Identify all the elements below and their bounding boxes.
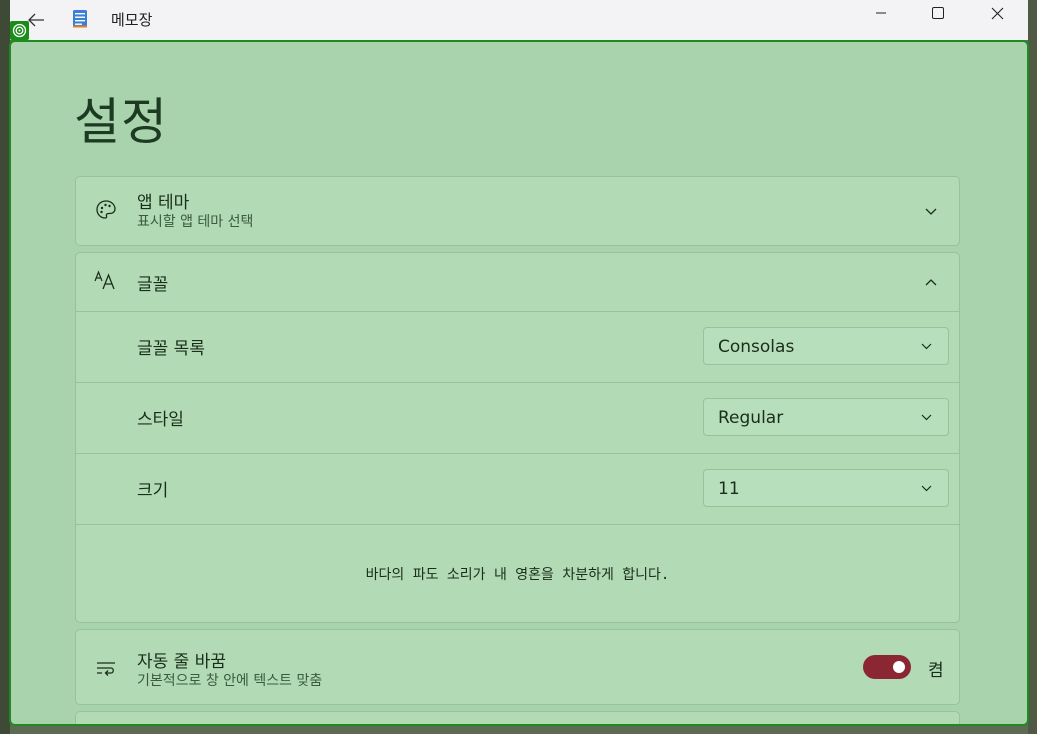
- arrow-left-icon: [28, 13, 44, 27]
- close-icon: [991, 7, 1003, 19]
- palette-icon: [94, 198, 118, 222]
- font-card: 글꼴 글꼴 목록 Consolas 스타일 Regular 크기 11 바다의 …: [75, 252, 960, 623]
- minimize-button[interactable]: [852, 0, 910, 26]
- font-family-value: Consolas: [718, 337, 795, 357]
- font-size-value: 11: [718, 479, 740, 499]
- font-size-dropdown[interactable]: 11: [703, 469, 949, 507]
- word-wrap-icon: [94, 656, 118, 680]
- title-bar: 메모장: [10, 0, 1028, 40]
- app-theme-card[interactable]: 앱 테마 표시할 앱 테마 선택: [75, 176, 960, 246]
- word-wrap-subtitle: 기본적으로 창 안에 텍스트 맞춤: [137, 673, 323, 689]
- font-style-label: 스타일: [137, 410, 184, 430]
- font-header[interactable]: 글꼴: [76, 253, 959, 311]
- font-title: 글꼴: [137, 275, 169, 295]
- font-family-row: 글꼴 목록 Consolas: [76, 311, 959, 382]
- word-wrap-title: 자동 줄 바꿈: [137, 652, 227, 672]
- font-preview-row: 바다의 파도 소리가 내 영혼을 차분하게 합니다.: [76, 524, 959, 623]
- font-preview-text: 바다의 파도 소리가 내 영혼을 차분하게 합니다.: [365, 567, 670, 583]
- font-icon: [94, 268, 118, 292]
- app-title: 메모장: [111, 11, 153, 29]
- notepad-icon: [72, 8, 88, 28]
- close-button[interactable]: [968, 0, 1026, 26]
- font-size-label: 크기: [137, 481, 169, 501]
- chevron-up-icon: [921, 272, 941, 292]
- chevron-down-icon: [918, 338, 934, 354]
- font-size-row: 크기 11: [76, 453, 959, 524]
- font-family-dropdown[interactable]: Consolas: [703, 327, 949, 365]
- font-family-label: 글꼴 목록: [137, 339, 205, 359]
- target-icon: [12, 23, 27, 38]
- app-theme-subtitle: 표시할 앱 테마 선택: [137, 214, 254, 230]
- next-settings-card: [75, 711, 960, 724]
- chevron-down-icon: [918, 480, 934, 496]
- chevron-down-icon: [921, 202, 941, 222]
- chevron-down-icon: [918, 409, 934, 425]
- page-title: 설정: [74, 93, 168, 151]
- word-wrap-toggle-label: 켬: [928, 661, 944, 681]
- font-style-row: 스타일 Regular: [76, 382, 959, 453]
- font-style-dropdown[interactable]: Regular: [703, 398, 949, 436]
- word-wrap-card: 자동 줄 바꿈 기본적으로 창 안에 텍스트 맞춤 켬: [75, 629, 960, 705]
- target-badge: [10, 21, 29, 40]
- font-style-value: Regular: [718, 408, 784, 428]
- desktop-background-right: [1028, 0, 1037, 734]
- toggle-knob: [893, 661, 905, 673]
- minimize-icon: [876, 12, 886, 14]
- app-theme-title: 앱 테마: [137, 193, 190, 213]
- settings-page: 설정 앱 테마 표시할 앱 테마 선택 글꼴 글꼴 목록 Consolas 스타…: [9, 40, 1029, 726]
- word-wrap-toggle[interactable]: [863, 655, 911, 679]
- maximize-button[interactable]: [909, 0, 967, 26]
- maximize-icon: [932, 7, 944, 19]
